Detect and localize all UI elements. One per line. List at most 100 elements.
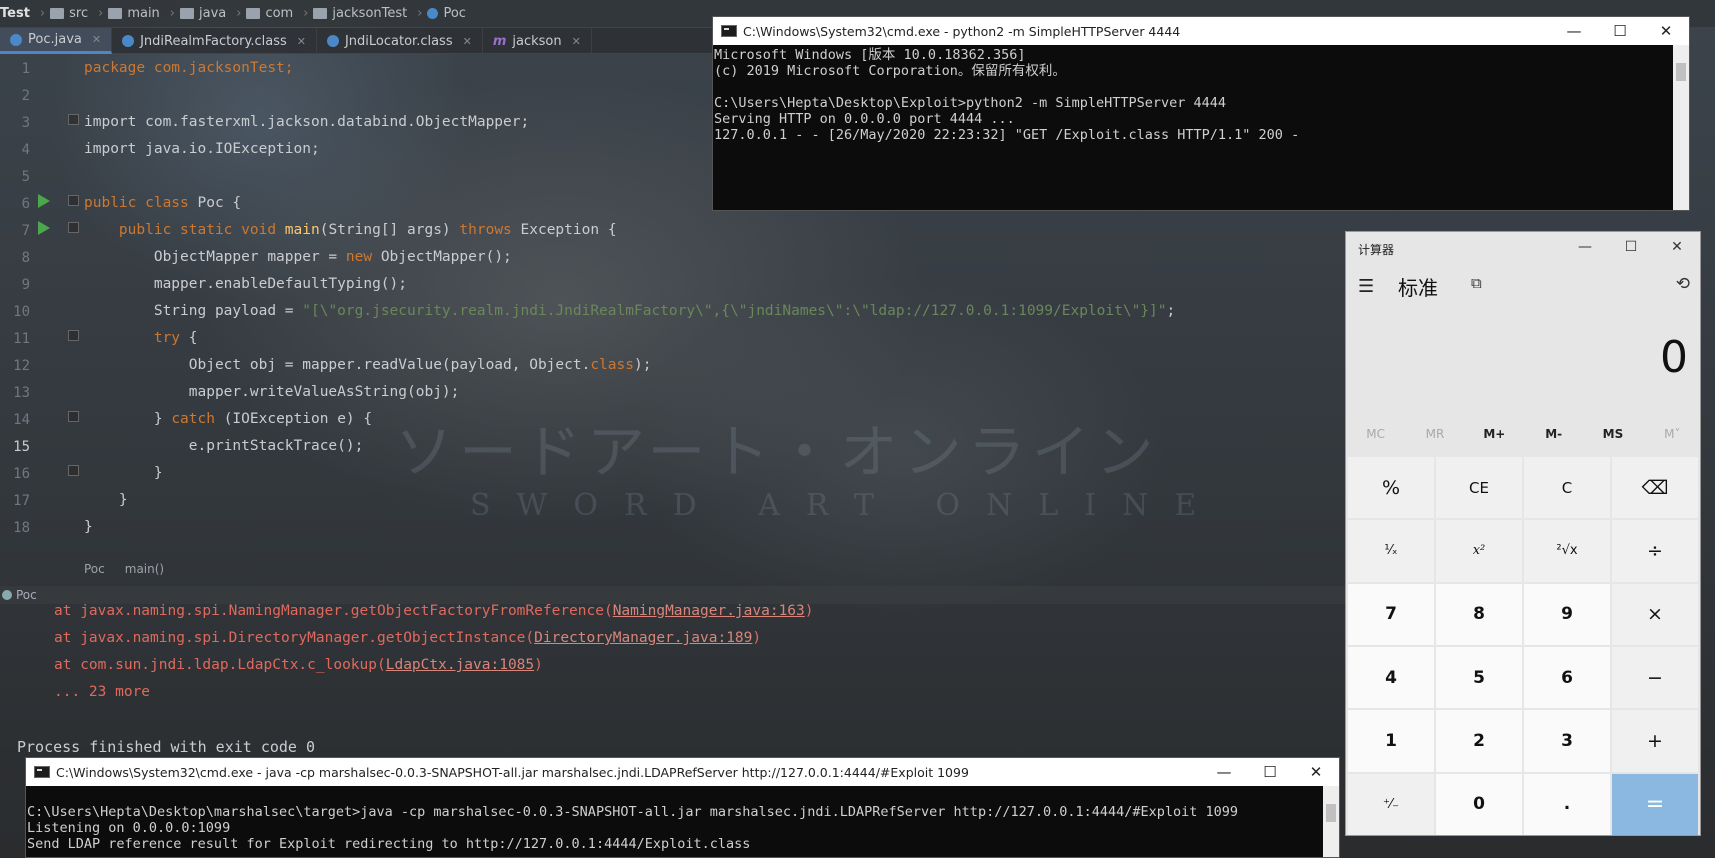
breadcrumb-jacksontest[interactable]: › jacksonTest [299, 6, 407, 21]
square-root-button[interactable]: ²√x [1524, 520, 1610, 582]
square-button[interactable]: x² [1436, 520, 1522, 582]
clear-entry-button[interactable]: CE [1436, 457, 1522, 519]
code-breadcrumb-class[interactable]: Poc [84, 562, 105, 576]
memory-clear-button[interactable]: MC [1346, 427, 1405, 441]
run-panel-header: Poc [0, 586, 1345, 604]
tab-jndilocator[interactable]: JndiLocator.class ✕ [317, 28, 483, 54]
code-token: throws [459, 222, 521, 238]
negate-button[interactable]: ⁺⁄₋ [1348, 773, 1434, 835]
clear-button[interactable]: C [1524, 457, 1610, 519]
close-icon[interactable]: ✕ [572, 35, 581, 48]
cmd-window-http-server[interactable]: C:\Windows\System32\cmd.exe - python2 -m… [712, 16, 1690, 211]
digit-4-button[interactable]: 4 [1348, 646, 1434, 709]
calculator-window[interactable]: 计算器 — ☐ ✕ ☰ 标准 ⧉ ⟲ 0 MC MR M+ M- MS M˅ %… [1345, 231, 1701, 836]
close-button[interactable]: ✕ [1654, 232, 1700, 262]
tab-jndirealmfactory[interactable]: JndiRealmFactory.class ✕ [112, 28, 317, 54]
folder-icon [50, 8, 65, 19]
line-number: 8 [21, 250, 30, 266]
cmd-window-ldap-server[interactable]: C:\Windows\System32\cmd.exe - java -cp m… [25, 757, 1340, 858]
line-number: 13 [13, 385, 30, 401]
close-button[interactable]: ✕ [1293, 758, 1339, 786]
digit-1-button[interactable]: 1 [1348, 710, 1434, 772]
source-link[interactable]: DirectoryManager.java:189 [534, 630, 752, 646]
fold-icon[interactable] [68, 330, 79, 341]
source-link[interactable]: LdapCtx.java:1085 [386, 657, 534, 673]
cmd-output[interactable]: C:\Users\Hepta\Desktop\marshalsec\target… [26, 786, 1323, 857]
fold-icon[interactable] [68, 222, 79, 233]
divide-button[interactable]: ÷ [1612, 520, 1698, 582]
breadcrumb-com[interactable]: › com [232, 6, 293, 21]
code-token: import java.io.IOException; [84, 141, 320, 157]
keep-on-top-icon[interactable]: ⧉ [1471, 274, 1482, 292]
code-token: } [84, 492, 128, 508]
code-token: "[\"org.jsecurity.realm.jndi.JndiRealmFa… [302, 303, 1167, 319]
code-breadcrumb-method[interactable]: main() [125, 562, 164, 576]
console-line: at com.sun.jndi.ldap.LdapCtx.c_lookup(Ld… [54, 657, 543, 673]
class-icon [326, 35, 339, 47]
scrollbar-thumb[interactable] [1326, 804, 1336, 822]
close-icon[interactable]: ✕ [463, 35, 472, 48]
subtract-button[interactable]: − [1612, 646, 1698, 709]
run-class-icon[interactable] [38, 194, 50, 208]
memory-store-button[interactable]: MS [1583, 427, 1642, 441]
minimize-button[interactable]: — [1551, 17, 1597, 45]
fold-icon[interactable] [68, 195, 79, 206]
memory-add-button[interactable]: M+ [1465, 427, 1524, 441]
close-button[interactable]: ✕ [1643, 17, 1689, 45]
cmd-output[interactable]: Microsoft Windows [版本 10.0.18362.356] (c… [713, 45, 1673, 210]
console-line: at javax.naming.spi.DirectoryManager.get… [54, 630, 761, 646]
memory-subtract-button[interactable]: M- [1524, 427, 1583, 441]
code-line: } [84, 465, 163, 481]
class-icon [122, 35, 135, 47]
minimize-button[interactable]: — [1201, 758, 1247, 786]
console-text: at javax.naming.spi.NamingManager.getObj… [54, 603, 613, 619]
digit-8-button[interactable]: 8 [1436, 583, 1522, 645]
breadcrumb-src[interactable]: › src [36, 6, 88, 21]
history-icon[interactable]: ⟲ [1676, 274, 1690, 294]
fold-icon[interactable] [68, 411, 79, 422]
digit-6-button[interactable]: 6 [1524, 646, 1610, 709]
code-line: } [84, 519, 93, 535]
code-line: public class Poc { [84, 195, 241, 211]
digit-3-button[interactable]: 3 [1524, 710, 1610, 772]
close-icon[interactable]: ✕ [92, 33, 101, 46]
run-tab[interactable]: Poc [16, 588, 37, 602]
breadcrumb-project[interactable]: Test [0, 6, 30, 21]
fold-icon[interactable] [68, 114, 79, 125]
add-button[interactable]: + [1612, 710, 1698, 772]
maximize-button[interactable]: ☐ [1247, 758, 1293, 786]
menu-icon[interactable]: ☰ [1358, 276, 1374, 297]
tab-jackson[interactable]: m jackson ✕ [483, 28, 592, 54]
scrollbar-thumb[interactable] [1676, 63, 1686, 81]
minimize-button[interactable]: — [1562, 232, 1608, 262]
run-main-icon[interactable] [38, 221, 50, 235]
equals-button[interactable]: = [1612, 773, 1698, 835]
source-link[interactable]: NamingManager.java:163 [613, 603, 805, 619]
digit-9-button[interactable]: 9 [1524, 583, 1610, 645]
memory-list-button[interactable]: M˅ [1643, 427, 1702, 441]
breadcrumb-poc[interactable]: › Poc [413, 6, 466, 21]
tab-poc-java[interactable]: Poc.java ✕ [0, 28, 113, 54]
digit-0-button[interactable]: 0 [1436, 773, 1522, 835]
code-line: mapper.writeValueAsString(obj); [84, 384, 460, 400]
cmd-title-bar[interactable]: C:\Windows\System32\cmd.exe - python2 -m… [713, 17, 1689, 45]
digit-2-button[interactable]: 2 [1436, 710, 1522, 772]
decimal-button[interactable]: . [1524, 773, 1610, 835]
memory-recall-button[interactable]: MR [1405, 427, 1464, 441]
fold-icon[interactable] [68, 465, 79, 476]
breadcrumb-main[interactable]: › main [94, 6, 160, 21]
multiply-button[interactable]: × [1612, 583, 1698, 645]
cmd-title-bar[interactable]: C:\Windows\System32\cmd.exe - java -cp m… [26, 758, 1339, 786]
reciprocal-button[interactable]: ¹⁄ₓ [1348, 520, 1434, 582]
scrollbar[interactable] [1323, 786, 1339, 857]
maximize-button[interactable]: ☐ [1597, 17, 1643, 45]
breadcrumb-java[interactable]: › java [166, 6, 226, 21]
scrollbar[interactable] [1673, 45, 1689, 210]
digit-7-button[interactable]: 7 [1348, 583, 1434, 645]
digit-5-button[interactable]: 5 [1436, 646, 1522, 709]
close-icon[interactable]: ✕ [297, 35, 306, 48]
backspace-button[interactable]: ⌫ [1612, 457, 1698, 519]
percent-button[interactable]: % [1348, 457, 1434, 519]
maximize-button[interactable]: ☐ [1608, 232, 1654, 262]
line-number: 2 [21, 88, 30, 104]
